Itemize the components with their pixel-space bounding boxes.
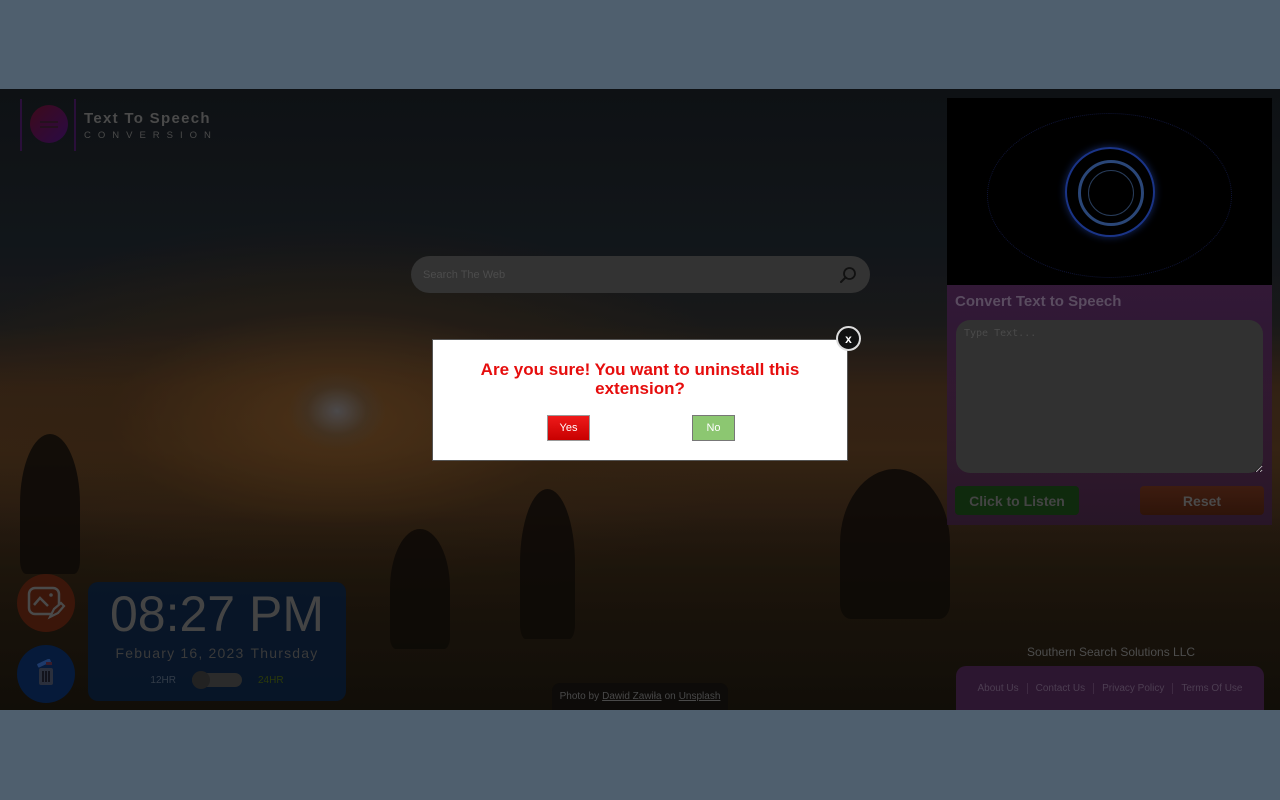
footer-link-about[interactable]: About Us bbox=[970, 683, 1027, 694]
format-24hr-label: 24HR bbox=[258, 674, 284, 686]
speech-bubble-icon bbox=[20, 99, 76, 151]
dialog-message: Are you sure! You want to uninstall this… bbox=[480, 360, 800, 398]
footer-link-terms[interactable]: Terms Of Use bbox=[1173, 683, 1250, 694]
logo-title: Text To Speech bbox=[84, 109, 211, 127]
footer-link-contact[interactable]: Contact Us bbox=[1028, 683, 1093, 694]
close-icon[interactable]: x bbox=[836, 326, 861, 351]
uninstall-confirm-dialog: Are you sure! You want to uninstall this… bbox=[432, 339, 848, 461]
format-12hr-label: 12HR bbox=[150, 674, 176, 686]
new-tab-page: Text To Speech CONVERSION Convert Text t… bbox=[0, 89, 1280, 710]
clock-time: 08:27 PM bbox=[109, 586, 324, 642]
clock-format-toggle-row: 12HR 24HR bbox=[88, 671, 346, 689]
change-background-button[interactable] bbox=[17, 574, 75, 632]
footer-links: About Us Contact Us Privacy Policy Terms… bbox=[956, 666, 1264, 710]
clock-widget: 08:27 PM Febuary 16, 2023 Thursday 12HR 2… bbox=[88, 582, 346, 701]
photo-author-link[interactable]: Dawid Zawiła bbox=[602, 691, 661, 702]
footer-link-privacy[interactable]: Privacy Policy bbox=[1094, 683, 1172, 694]
clock-weekday: Thursday bbox=[250, 645, 319, 661]
background-tree bbox=[520, 489, 575, 639]
image-edit-icon bbox=[27, 586, 66, 620]
credit-middle: on bbox=[664, 691, 676, 702]
clock-date: Febuary 16, 2023 Thursday bbox=[88, 645, 346, 661]
clock-date-text: Febuary 16, 2023 bbox=[115, 645, 245, 661]
logo-subtitle: CONVERSION bbox=[84, 129, 218, 141]
search-input[interactable] bbox=[423, 268, 838, 281]
tts-text-input[interactable] bbox=[956, 320, 1263, 473]
photo-credit: Photo by Dawid Zawiła on Unsplash bbox=[552, 683, 728, 710]
tts-panel: Convert Text to Speech Click to Listen R… bbox=[947, 285, 1272, 525]
confirm-no-button[interactable]: No bbox=[692, 415, 735, 441]
trash-icon bbox=[37, 659, 53, 685]
app-logo: Text To Speech CONVERSION bbox=[20, 99, 218, 151]
search-bar bbox=[411, 256, 870, 293]
reset-button[interactable]: Reset bbox=[1140, 486, 1264, 515]
audio-visualizer bbox=[947, 98, 1272, 285]
listen-button[interactable]: Click to Listen bbox=[955, 486, 1079, 515]
credit-prefix: Photo by bbox=[559, 691, 600, 702]
toggle-knob[interactable] bbox=[192, 671, 210, 689]
tts-title: Convert Text to Speech bbox=[955, 293, 1122, 310]
uninstall-button[interactable] bbox=[17, 645, 75, 703]
background-tree bbox=[840, 469, 950, 619]
unsplash-link[interactable]: Unsplash bbox=[679, 691, 721, 702]
visualizer-core-ring bbox=[1088, 170, 1134, 216]
clock-format-toggle[interactable] bbox=[192, 671, 242, 689]
search-icon[interactable] bbox=[838, 265, 858, 285]
company-name: Southern Search Solutions LLC bbox=[1026, 645, 1196, 659]
background-tree bbox=[20, 434, 80, 574]
background-tree bbox=[390, 529, 450, 649]
confirm-yes-button[interactable]: Yes bbox=[547, 415, 590, 441]
